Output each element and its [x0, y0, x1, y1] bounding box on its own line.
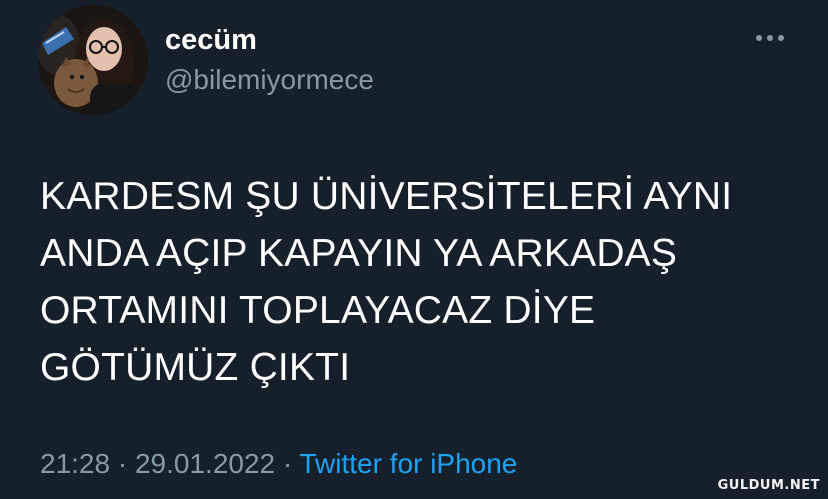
- profile-photo-icon: [38, 5, 148, 115]
- username[interactable]: @bilemiyormece: [165, 63, 374, 97]
- display-name[interactable]: cecüm: [165, 22, 257, 58]
- tweet-source-link[interactable]: Twitter for iPhone: [300, 448, 518, 479]
- separator: ·: [275, 448, 300, 479]
- more-horizontal-icon: [756, 35, 784, 41]
- tweet-date[interactable]: 29.01.2022: [135, 448, 275, 479]
- tweet-text: KARDESM ŞU ÜNİVERSİTELERİ AYNI ANDA AÇIP…: [40, 175, 733, 389]
- tweet-card: cecüm @bilemiyormece KARDESM ŞU ÜNİVERSİ…: [0, 0, 828, 499]
- avatar[interactable]: [38, 5, 148, 115]
- tweet-time[interactable]: 21:28: [40, 448, 110, 479]
- more-button[interactable]: [752, 26, 788, 50]
- tweet-metadata: 21:28 · 29.01.2022 · Twitter for iPhone: [40, 444, 517, 484]
- watermark: GULDUM.NET: [717, 478, 820, 493]
- separator: ·: [110, 448, 135, 479]
